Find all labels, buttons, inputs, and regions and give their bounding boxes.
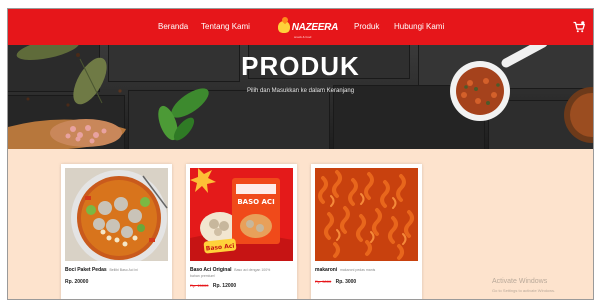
- product-price: Rp. 12000: [212, 283, 237, 289]
- page-subtitle: Pilih dan Masukkan ke dalam Keranjang: [246, 88, 355, 94]
- product-title: Boci Paket Pedas Bellibi Baso Aci ini: [65, 267, 169, 273]
- product-price: Rp. 3000: [335, 279, 357, 285]
- activate-windows-title: Activate Windows: [492, 278, 548, 285]
- nav-link-produk[interactable]: Produk: [354, 9, 379, 45]
- product-title: Baso Aci Original Baso aci dengan 100%: [190, 267, 294, 273]
- nav-link-beranda[interactable]: Beranda: [158, 9, 188, 45]
- product-description-cont: bahan premium!: [190, 274, 216, 278]
- product-image: [315, 168, 418, 261]
- product-old-price: Rp. 5000: [315, 279, 332, 284]
- price-row: Rp. 5000 Rp. 3000: [315, 279, 356, 285]
- browser-viewport: Beranda Tentang Kami NAZEERA snack & foo…: [7, 8, 594, 300]
- package-label: BASO ACI: [237, 198, 274, 206]
- product-description: Bellibi Baso Aci ini: [109, 268, 138, 272]
- brand-logo[interactable]: NAZEERA: [278, 18, 338, 36]
- product-card[interactable]: BASO ACI Baso Aci Baso Aci Original Baso…: [186, 164, 297, 299]
- activate-windows-subtitle: Go to Settings to activate Windows.: [492, 288, 556, 293]
- hero-banner: PRODUK Pilih dan Masukkan ke dalam Keran…: [8, 45, 593, 149]
- nav-link-tentang-kami[interactable]: Tentang Kami: [201, 9, 250, 45]
- product-description: makaroni pedas manis: [340, 268, 376, 272]
- price-row: Rp. 20000: [65, 279, 88, 285]
- product-image: [65, 168, 168, 261]
- product-price: Rp. 20000: [65, 279, 89, 285]
- product-description: Baso aci dengan 100%: [234, 268, 271, 272]
- page-title: PRODUK: [241, 51, 360, 81]
- brand-tagline: snack & food: [294, 35, 312, 39]
- navbar: Beranda Tentang Kami NAZEERA snack & foo…: [8, 9, 593, 45]
- product-old-price: Rp. 15000: [190, 283, 209, 288]
- product-title: makaroni makaroni pedas manis: [315, 267, 419, 273]
- price-row: Rp. 15000 Rp. 12000: [190, 283, 236, 289]
- product-grid: Boci Paket Pedas Bellibi Baso Aci ini Rp…: [8, 149, 593, 299]
- cart-icon[interactable]: [573, 21, 585, 33]
- flame-icon: [278, 21, 290, 33]
- product-name: Boci Paket Pedas: [65, 267, 107, 273]
- product-card[interactable]: Boci Paket Pedas Bellibi Baso Aci ini Rp…: [61, 164, 172, 299]
- nav-link-hubungi-kami[interactable]: Hubungi Kami: [394, 9, 444, 45]
- brand-name: NAZEERA: [291, 21, 339, 33]
- product-name: Baso Aci Original: [190, 267, 232, 273]
- product-name: makaroni: [315, 267, 338, 273]
- product-card[interactable]: makaroni makaroni pedas manis Rp. 5000 R…: [311, 164, 422, 299]
- product-image: BASO ACI Baso Aci: [190, 168, 293, 261]
